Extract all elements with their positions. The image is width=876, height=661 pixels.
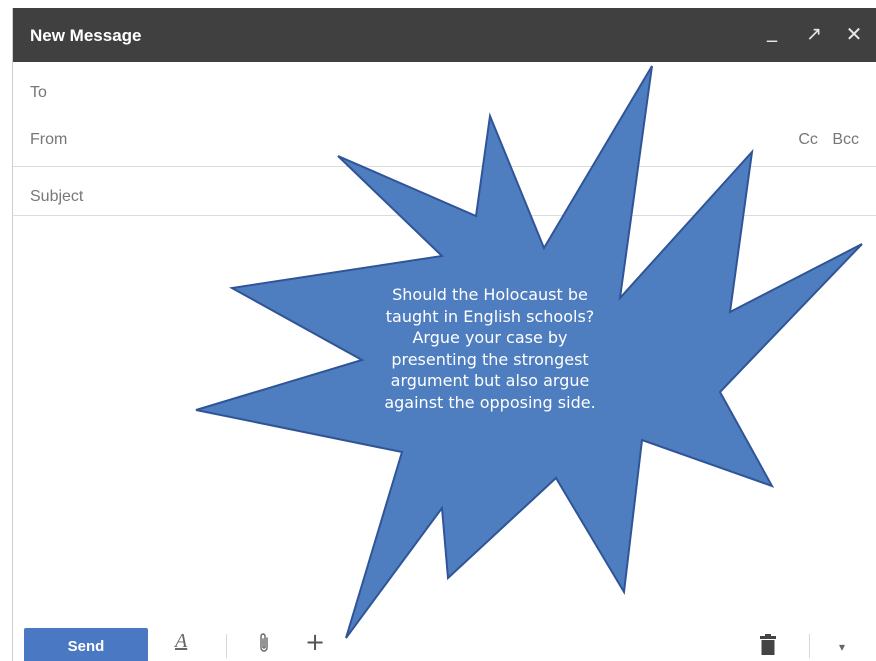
- more-options-icon[interactable]: ▾: [839, 640, 845, 654]
- bcc-link[interactable]: Bcc: [832, 131, 859, 148]
- subject-label: Subject: [30, 188, 84, 205]
- from-label: From: [30, 131, 68, 148]
- send-button[interactable]: Send: [24, 628, 148, 661]
- subject-field[interactable]: Subject: [13, 166, 876, 216]
- toolbar-divider: [226, 634, 227, 658]
- toolbar-divider: [809, 634, 810, 658]
- callout-text: Should the Holocaust be taught in Englis…: [360, 284, 620, 413]
- to-field[interactable]: To: [13, 76, 876, 108]
- from-field[interactable]: From Cc Bcc: [13, 123, 876, 155]
- minimize-button[interactable]: _: [761, 18, 783, 42]
- insert-more-icon[interactable]: +: [305, 628, 325, 656]
- formatting-options-icon[interactable]: A: [175, 630, 187, 653]
- compose-titlebar[interactable]: New Message _ ↗ ✕: [13, 8, 876, 62]
- compose-toolbar: Send A + ▾: [13, 618, 876, 661]
- cc-link[interactable]: Cc: [798, 131, 818, 148]
- popout-button[interactable]: ↗: [803, 22, 825, 46]
- compose-title: New Message: [30, 26, 142, 45]
- callout-line: presenting the strongest: [391, 349, 589, 369]
- trash-icon[interactable]: [759, 634, 777, 660]
- callout-line: taught in English schools?: [385, 306, 595, 326]
- close-button[interactable]: ✕: [843, 22, 865, 46]
- paperclip-icon[interactable]: [257, 632, 271, 659]
- callout-line: against the opposing side.: [384, 392, 596, 412]
- cc-bcc-links: Cc Bcc: [788, 131, 859, 149]
- callout-line: Argue your case by: [412, 328, 568, 347]
- callout-line: argument but also argue: [390, 371, 590, 390]
- callout-line: Should the Holocaust be: [392, 285, 588, 304]
- trash-icon-glyph: [760, 634, 776, 655]
- to-label: To: [30, 84, 47, 101]
- paperclip-icon-glyph: [260, 633, 268, 652]
